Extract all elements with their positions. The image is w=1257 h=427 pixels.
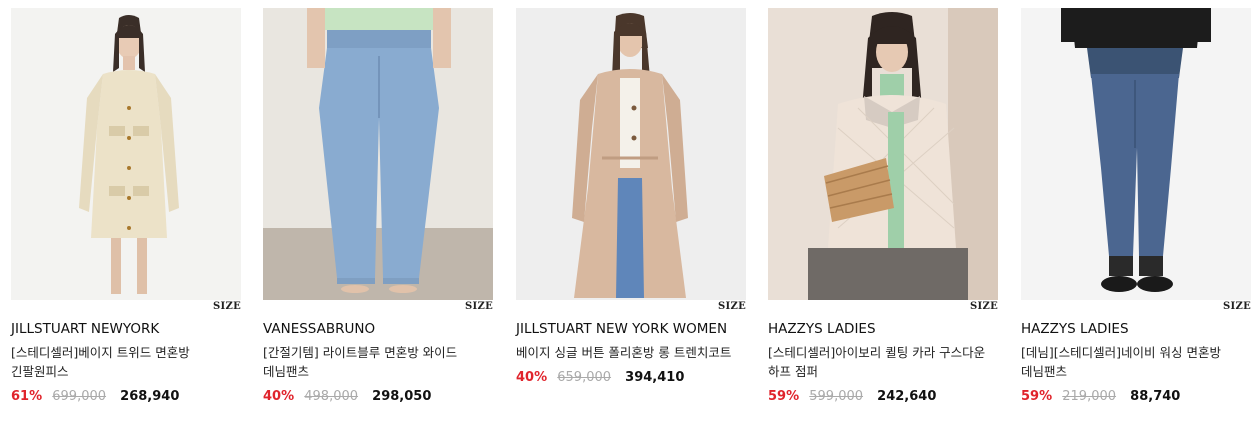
- size-guide-label[interactable]: SIZE: [718, 301, 746, 312]
- size-guide-label[interactable]: SIZE: [213, 301, 241, 312]
- original-price: 659,000: [557, 370, 612, 385]
- product-brand[interactable]: JILLSTUART NEW YORK WOMEN: [516, 321, 756, 337]
- product-image[interactable]: [516, 8, 746, 300]
- sale-price: 268,940: [120, 389, 180, 404]
- sale-price: 394,410: [625, 370, 685, 385]
- size-guide-label[interactable]: SIZE: [1223, 301, 1251, 312]
- discount-rate: 40%: [263, 389, 295, 404]
- original-price: 599,000: [809, 389, 864, 404]
- denim-pants-photo: [1021, 8, 1251, 300]
- product-brand[interactable]: HAZZYS LADIES: [1021, 321, 1257, 337]
- discount-rate: 59%: [1021, 389, 1053, 404]
- wide-jeans-photo: [263, 8, 493, 300]
- price-line: 59% 219,000 88,740: [1021, 389, 1180, 404]
- size-guide-label[interactable]: SIZE: [970, 301, 998, 312]
- product-card[interactable]: SIZE JILLSTUART NEWYORK [스테디셀러]베이지 트위드 면…: [11, 8, 241, 404]
- product-card[interactable]: SIZE JILLSTUART NEW YORK WOMEN 베이지 싱글 버튼…: [516, 8, 746, 385]
- original-price: 219,000: [1062, 389, 1117, 404]
- product-brand[interactable]: VANESSABRUNO: [263, 321, 503, 337]
- quilted-jacket-photo: [768, 8, 998, 300]
- product-card[interactable]: SIZE HAZZYS LADIES [데님][스테디셀러]네이비 워싱 면혼방…: [1021, 8, 1251, 404]
- price-line: 40% 659,000 394,410: [516, 370, 684, 385]
- discount-rate: 59%: [768, 389, 800, 404]
- product-name[interactable]: [간절기템] 라이트블루 면혼방 와이드 데님팬츠: [263, 343, 495, 381]
- discount-rate: 61%: [11, 389, 43, 404]
- price-line: 40% 498,000 298,050: [263, 389, 431, 404]
- product-grid: SIZE JILLSTUART NEWYORK [스테디셀러]베이지 트위드 면…: [0, 0, 1257, 427]
- product-name[interactable]: [스테디셀러]아이보리 퀼팅 카라 구스다운 하프 점퍼: [768, 343, 1000, 381]
- product-image[interactable]: [263, 8, 493, 300]
- price-line: 61% 699,000 268,940: [11, 389, 179, 404]
- original-price: 498,000: [304, 389, 359, 404]
- product-brand[interactable]: JILLSTUART NEWYORK: [11, 321, 251, 337]
- trench-coat-photo: [516, 8, 746, 300]
- product-name[interactable]: 베이지 싱글 버튼 폴리혼방 롱 트렌치코트: [516, 343, 748, 362]
- original-price: 699,000: [52, 389, 107, 404]
- product-name[interactable]: [스테디셀러]베이지 트위드 면혼방 긴팔원피스: [11, 343, 243, 381]
- product-image[interactable]: [768, 8, 998, 300]
- sale-price: 298,050: [372, 389, 432, 404]
- product-image[interactable]: [11, 8, 241, 300]
- product-card[interactable]: SIZE HAZZYS LADIES [스테디셀러]아이보리 퀼팅 카라 구스다…: [768, 8, 998, 404]
- product-brand[interactable]: HAZZYS LADIES: [768, 321, 1008, 337]
- product-image[interactable]: [1021, 8, 1251, 300]
- sale-price: 242,640: [877, 389, 937, 404]
- price-line: 59% 599,000 242,640: [768, 389, 936, 404]
- product-name[interactable]: [데님][스테디셀러]네이비 워싱 면혼방 데님팬츠: [1021, 343, 1253, 381]
- discount-rate: 40%: [516, 370, 548, 385]
- tweed-dress-photo: [11, 8, 241, 300]
- size-guide-label[interactable]: SIZE: [465, 301, 493, 312]
- sale-price: 88,740: [1130, 389, 1181, 404]
- product-card[interactable]: SIZE VANESSABRUNO [간절기템] 라이트블루 면혼방 와이드 데…: [263, 8, 493, 404]
